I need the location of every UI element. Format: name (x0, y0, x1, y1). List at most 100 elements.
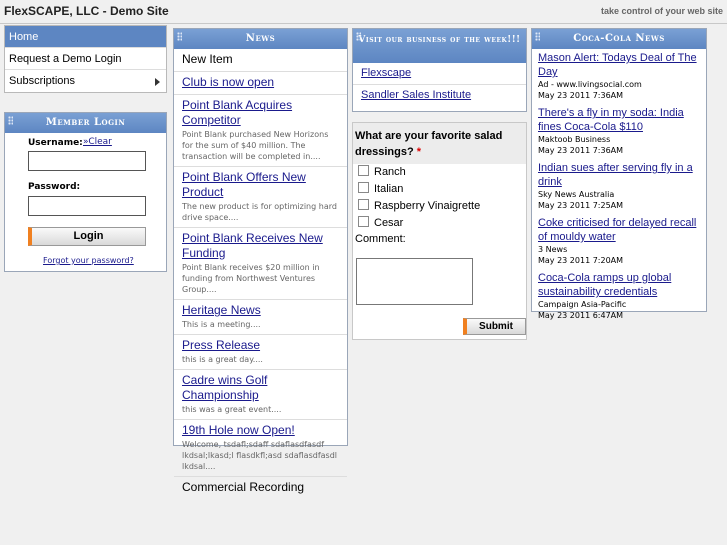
drag-grip-icon[interactable] (356, 32, 361, 41)
submit-button[interactable]: Submit (463, 318, 526, 335)
poll-option-italian[interactable]: Italian (353, 181, 526, 198)
feed-item-source: Campaign Asia-Pacific (538, 300, 627, 309)
poll-option-ranch[interactable]: Ranch (353, 164, 526, 181)
news-item-summary: Point Blank purchased New Horizons for t… (182, 130, 329, 161)
password-input[interactable] (28, 196, 146, 216)
nav-item-subscriptions[interactable]: Subscriptions (5, 70, 166, 92)
site-tagline: take control of your web site (600, 6, 723, 16)
nav-item-request-demo-login[interactable]: Request a Demo Login (5, 48, 166, 70)
member-login-panel: Member Login Username: »Clear Password: … (4, 112, 167, 272)
feed-item: Coke criticised for delayed recall of mo… (532, 214, 706, 269)
poll-option-label: Raspberry Vinaigrette (374, 200, 481, 212)
business-of-week-panel: Visit our business of the week!!! Flexsc… (352, 28, 527, 112)
clear-link[interactable]: »Clear (83, 137, 112, 147)
business-item: Flexscape (353, 63, 526, 85)
nav-item-label: Home (9, 31, 39, 43)
news-item-link[interactable]: Press Release (182, 338, 260, 352)
news-item-link[interactable]: Point Blank Offers New Product (182, 170, 306, 199)
feed-item-source: Ad - www.livingsocial.com (538, 80, 642, 89)
comment-textarea[interactable] (356, 258, 473, 305)
drag-grip-icon[interactable] (8, 116, 13, 125)
feed-item-date: May 23 2011 6:47AM (538, 311, 624, 320)
news-item-link[interactable]: Cadre wins Golf Championship (182, 373, 267, 402)
feed-item: There's a fly in my soda: India fines Co… (532, 104, 706, 159)
forgot-password-link[interactable]: Forgot your password? (43, 256, 134, 265)
password-label: Password: (28, 182, 81, 192)
news-item-title: New Item (182, 52, 233, 66)
site-title: FlexSCAPE, LLC - Demo Site (4, 4, 169, 18)
news-item-summary: Welcome, tsdafl;sdaff sdaflasdfasdf lkds… (182, 440, 338, 471)
news-item-link[interactable]: Point Blank Acquires Competitor (182, 98, 292, 127)
feed-item-link[interactable]: There's a fly in my soda: India fines Co… (538, 107, 684, 133)
coca-cola-news-panel: Coca-Cola News Mason Alert: Todays Deal … (531, 28, 707, 320)
poll-option-label: Ranch (374, 166, 406, 178)
feed-item-link[interactable]: Coke criticised for delayed recall of mo… (538, 217, 696, 243)
coca-cola-news-header: Coca-Cola News (532, 29, 706, 49)
main-nav: Home Request a Demo Login Subscriptions (4, 25, 167, 93)
feed-item-source: Maktoob Business (538, 135, 611, 144)
poll-option-cesar[interactable]: Cesar (353, 215, 526, 232)
username-label: Username: (28, 138, 83, 148)
news-panel: News New Item Club is now open Point Bla… (173, 28, 348, 494)
feed-item-date: May 23 2011 7:36AM (538, 91, 624, 100)
news-item-summary: Point Blank receives $20 million in fund… (182, 263, 320, 294)
checkbox[interactable] (358, 199, 369, 210)
news-header: News (174, 29, 347, 49)
comment-label: Comment: (355, 233, 406, 245)
news-item-summary: this is a great day.... (182, 355, 263, 364)
feed-item-source: 3 News (538, 245, 568, 254)
drag-grip-icon[interactable] (177, 32, 182, 41)
username-input[interactable] (28, 151, 146, 171)
login-button[interactable]: Login (28, 227, 146, 246)
business-of-week-title: Visit our business of the week!!! (358, 35, 521, 45)
salad-dressing-poll: What are your favorite salad dressings? … (352, 122, 527, 340)
coca-cola-news-title: Coca-Cola News (573, 33, 665, 44)
business-link-flexscape[interactable]: Flexscape (361, 67, 411, 79)
poll-option-raspberry-vinaigrette[interactable]: Raspberry Vinaigrette (353, 198, 526, 215)
submenu-arrow-icon (155, 78, 160, 86)
news-item: Heritage News This is a meeting.... (174, 300, 347, 335)
poll-option-label: Cesar (374, 217, 404, 229)
news-item: Point Blank Receives New Funding Point B… (174, 228, 347, 300)
poll-question-text: What are your favorite salad dressings? (355, 130, 503, 158)
drag-grip-icon[interactable] (535, 32, 540, 41)
top-bar: FlexSCAPE, LLC - Demo Site take control … (0, 0, 727, 24)
feed-item: Coca-Cola ramps up global sustainability… (532, 269, 706, 324)
required-marker: * (416, 146, 422, 158)
news-item: New Item (174, 49, 347, 72)
nav-item-label: Subscriptions (9, 75, 76, 87)
news-item-title: Commercial Recording (182, 480, 305, 494)
news-item-summary: this was a great event.... (182, 405, 282, 414)
feed-item-source: Sky News Australia (538, 190, 615, 199)
poll-question: What are your favorite salad dressings? … (353, 123, 526, 164)
news-item: Point Blank Acquires Competitor Point Bl… (174, 95, 347, 167)
news-item-summary: The new product is for optimizing hard d… (182, 202, 337, 222)
member-login-header: Member Login (5, 113, 166, 133)
feed-item: Indian sues after serving fly in a drink… (532, 159, 706, 214)
news-item: Commercial Recording (174, 477, 347, 499)
news-item: Point Blank Offers New Product The new p… (174, 167, 347, 228)
feed-item-link[interactable]: Indian sues after serving fly in a drink (538, 162, 693, 188)
nav-item-home[interactable]: Home (5, 26, 166, 48)
news-item-link[interactable]: Heritage News (182, 303, 261, 317)
feed-item: Mason Alert: Todays Deal of The Day Ad -… (532, 49, 706, 104)
business-of-week-header: Visit our business of the week!!! (353, 29, 526, 63)
checkbox[interactable] (358, 182, 369, 193)
news-item: Press Release this is a great day.... (174, 335, 347, 370)
feed-item-date: May 23 2011 7:20AM (538, 256, 624, 265)
feed-item-link[interactable]: Coca-Cola ramps up global sustainability… (538, 272, 671, 298)
checkbox[interactable] (358, 165, 369, 176)
news-item-link[interactable]: Point Blank Receives New Funding (182, 231, 323, 260)
feed-item-link[interactable]: Mason Alert: Todays Deal of The Day (538, 52, 697, 78)
feed-item-date: May 23 2011 7:25AM (538, 201, 624, 210)
member-login-title: Member Login (45, 117, 126, 128)
feed-item-date: May 23 2011 7:36AM (538, 146, 624, 155)
news-item: Cadre wins Golf Championship this was a … (174, 370, 347, 420)
poll-option-label: Italian (374, 183, 404, 195)
news-item: Club is now open (174, 72, 347, 95)
news-item-link[interactable]: 19th Hole now Open! (182, 423, 295, 437)
business-link-sandler[interactable]: Sandler Sales Institute (361, 89, 471, 101)
nav-item-label: Request a Demo Login (9, 53, 122, 65)
checkbox[interactable] (358, 216, 369, 227)
news-item-link[interactable]: Club is now open (182, 75, 274, 89)
